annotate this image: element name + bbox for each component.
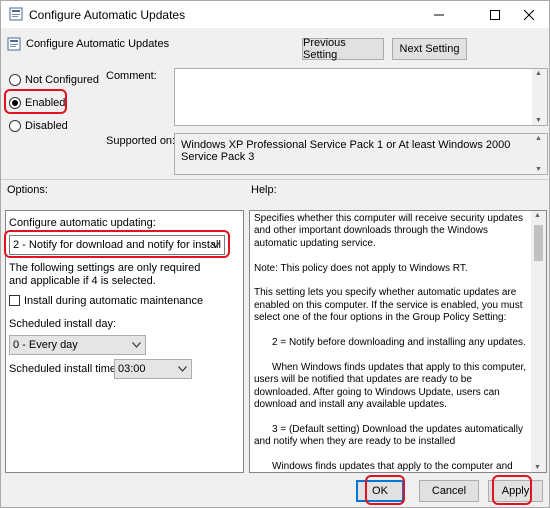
scroll-down-icon[interactable]: ▼ — [535, 166, 542, 173]
configure-updating-value: 2 - Notify for download and notify for i… — [13, 239, 221, 251]
scroll-up-icon[interactable]: ▲ — [535, 135, 542, 142]
radio-circle[interactable] — [9, 74, 21, 86]
comment-label: Comment: — [106, 70, 157, 82]
radio-label: Enabled — [25, 97, 66, 109]
scroll-up-icon[interactable]: ▲ — [534, 212, 541, 219]
scroll-thumb[interactable] — [534, 225, 543, 261]
help-paragraph: 3 = (Default setting) Download the updat… — [254, 423, 523, 448]
supported-on-label: Supported on: — [106, 135, 176, 147]
setting-title: Configure Automatic Updates — [26, 38, 170, 50]
radio-circle[interactable] — [9, 97, 21, 109]
scroll-down-icon[interactable]: ▼ — [535, 117, 542, 124]
close-icon — [524, 9, 534, 20]
radio-label: Not Configured — [25, 74, 99, 86]
minimize-button[interactable] — [419, 1, 459, 28]
comment-scrollbar[interactable]: ▲ ▼ — [532, 69, 547, 125]
help-text: Specifies whether this computer will rec… — [254, 213, 530, 473]
install-time-value: 03:00 — [118, 363, 146, 375]
radio-disabled[interactable]: Disabled — [9, 118, 68, 134]
radio-label: Disabled — [25, 120, 68, 132]
help-paragraph: Windows finds updates that apply to the … — [272, 461, 513, 473]
install-day-value: 0 - Every day — [13, 339, 78, 351]
comment-textbox[interactable]: ▲ ▼ — [174, 68, 548, 126]
configure-updating-dropdown[interactable]: 2 - Notify for download and notify for i… — [9, 235, 225, 255]
help-title: Help: — [251, 184, 277, 196]
dialog-window: Configure Automatic Updates Configure Au… — [0, 0, 550, 508]
scroll-up-icon[interactable]: ▲ — [535, 70, 542, 77]
section-divider — [1, 179, 549, 180]
previous-setting-button[interactable]: Previous Setting — [302, 37, 384, 61]
chevron-down-icon — [178, 366, 187, 372]
radio-circle[interactable] — [9, 120, 21, 132]
configure-updating-label: Configure automatic updating: — [9, 217, 156, 229]
install-maintenance-label: Install during automatic maintenance — [24, 295, 204, 307]
supported-on-text: Windows XP Professional Service Pack 1 o… — [181, 139, 511, 163]
scroll-down-icon[interactable]: ▼ — [534, 464, 541, 471]
supported-on-box: Windows XP Professional Service Pack 1 o… — [174, 133, 548, 175]
help-paragraph: Specifies whether this computer will rec… — [254, 213, 524, 249]
policy-setting-icon — [7, 37, 21, 51]
install-day-label: Scheduled install day: — [9, 318, 117, 330]
radio-enabled[interactable]: Enabled — [9, 95, 65, 111]
minimize-icon — [434, 14, 444, 15]
install-time-dropdown[interactable]: 03:00 — [114, 359, 192, 379]
help-paragraph: Note: This policy does not apply to Wind… — [254, 262, 468, 274]
options-title: Options: — [7, 184, 48, 196]
help-panel: Specifies whether this computer will rec… — [249, 210, 547, 473]
maximize-icon — [490, 9, 500, 20]
radio-not-configured[interactable]: Not Configured — [9, 72, 99, 88]
close-button[interactable] — [509, 1, 549, 28]
ok-button[interactable]: OK — [356, 480, 404, 502]
supported-scrollbar[interactable]: ▲ ▼ — [532, 134, 547, 174]
cancel-button[interactable]: Cancel — [419, 480, 479, 502]
help-paragraph: This setting lets you specify whether au… — [254, 287, 523, 324]
help-paragraph: 2 = Notify before downloading and instal… — [272, 337, 526, 349]
chevron-down-icon — [132, 342, 141, 348]
chevron-down-icon — [211, 242, 220, 248]
apply-button[interactable]: Apply — [488, 480, 543, 502]
window-title: Configure Automatic Updates — [29, 8, 186, 22]
options-panel: Configure automatic updating: 2 - Notify… — [5, 210, 244, 473]
next-setting-button[interactable]: Next Setting — [392, 38, 467, 60]
install-maintenance-checkbox[interactable] — [9, 295, 20, 306]
title-bar: Configure Automatic Updates — [1, 1, 549, 28]
install-day-dropdown[interactable]: 0 - Every day — [9, 335, 146, 355]
policy-setting-icon — [9, 7, 23, 21]
help-paragraph: When Windows finds updates that apply to… — [254, 361, 527, 411]
help-scrollbar[interactable]: ▲ ▼ — [531, 211, 546, 472]
install-time-label: Scheduled install time: — [9, 363, 120, 375]
applicability-note: The following settings are only required… — [9, 262, 201, 287]
